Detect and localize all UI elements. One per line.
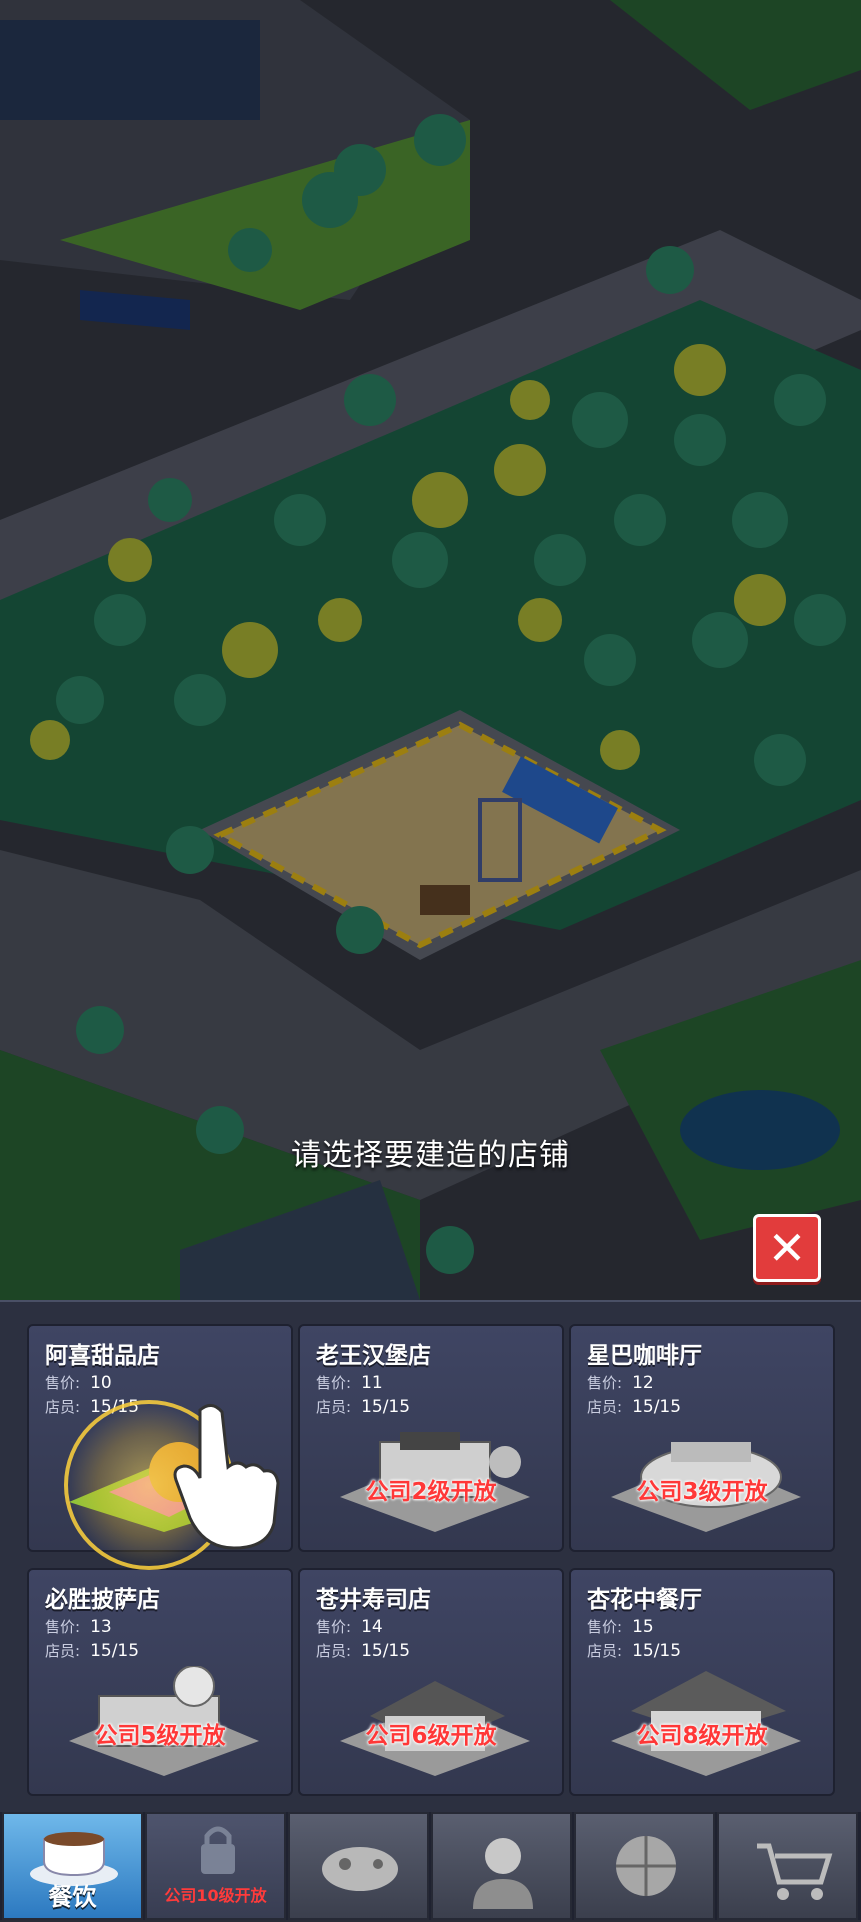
price-label: 售价: — [45, 1618, 81, 1636]
staff-value: 15/15 — [361, 1641, 411, 1661]
category-tab-bar: 餐饮 公司10级开放 — [0, 1812, 861, 1920]
price-label: 售价: — [587, 1618, 623, 1636]
tab-label: 公司10级开放 — [164, 1886, 267, 1905]
gamepad-icon — [322, 1847, 398, 1891]
tab-label: 餐饮 — [48, 1883, 97, 1911]
price-label: 售价: — [587, 1374, 623, 1392]
staff-label: 店员: — [316, 1398, 352, 1416]
shop-name: 老王汉堡店 — [316, 1343, 431, 1369]
shop-name: 阿喜甜品店 — [45, 1343, 160, 1369]
price-label: 售价: — [316, 1618, 352, 1636]
city-map[interactable]: 请选择要建造的店铺 ✕ — [0, 0, 861, 1300]
close-button[interactable]: ✕ — [753, 1214, 821, 1282]
basketball-icon — [616, 1836, 676, 1896]
shop-name: 必胜披萨店 — [45, 1587, 160, 1613]
build-prompt: 请选择要建造的店铺 — [291, 1138, 570, 1173]
tab-service[interactable] — [431, 1812, 572, 1920]
tab-locked-company-10[interactable]: 公司10级开放 — [145, 1812, 286, 1920]
city-map-art — [0, 0, 861, 1300]
price-value: 12 — [632, 1373, 654, 1393]
shop-name: 杏花中餐厅 — [587, 1587, 702, 1613]
price-value: 13 — [90, 1617, 112, 1637]
staff-value: 15/15 — [632, 1397, 682, 1417]
shopping-cart-icon — [757, 1843, 833, 1900]
price-value: 11 — [361, 1373, 383, 1393]
tab-shopping[interactable] — [717, 1812, 858, 1920]
lock-text: 公司5级开放 — [94, 1723, 226, 1749]
staff-label: 店员: — [45, 1398, 81, 1416]
customer-service-icon — [473, 1838, 533, 1909]
lock-text: 公司6级开放 — [365, 1723, 497, 1749]
price-label: 售价: — [45, 1374, 81, 1392]
tab-sports[interactable] — [574, 1812, 715, 1920]
tab-games[interactable] — [288, 1812, 429, 1920]
shop-card-pizza[interactable]: 必胜披萨店 售价: 13 店员: 15/15 公司5级开放 — [27, 1568, 293, 1796]
pointing-hand-icon — [173, 1404, 280, 1550]
staff-label: 店员: — [45, 1642, 81, 1660]
price-value: 10 — [90, 1373, 112, 1393]
shop-card-burger[interactable]: 老王汉堡店 售价: 11 店员: 15/15 公司2级开放 — [298, 1324, 564, 1552]
staff-value: 15/15 — [632, 1641, 682, 1661]
shop-name: 苍井寿司店 — [316, 1587, 431, 1613]
lock-text: 公司3级开放 — [636, 1479, 768, 1505]
shop-card-sushi[interactable]: 苍井寿司店 售价: 14 店员: 15/15 公司6级开放 — [298, 1568, 564, 1796]
shop-card-chinese[interactable]: 杏花中餐厅 售价: 15 店员: 15/15 公司8级开放 — [569, 1568, 835, 1796]
staff-label: 店员: — [587, 1398, 623, 1416]
price-value: 15 — [632, 1617, 654, 1637]
shop-card-coffee[interactable]: 星巴咖啡厅 售价: 12 店员: 15/15 公司3级开放 — [569, 1324, 835, 1552]
tab-dining[interactable]: 餐饮 — [2, 1812, 143, 1920]
staff-label: 店员: — [587, 1642, 623, 1660]
shop-name: 星巴咖啡厅 — [587, 1343, 702, 1369]
close-x-icon: ✕ — [767, 1221, 807, 1275]
staff-value: 15/15 — [90, 1641, 140, 1661]
price-label: 售价: — [316, 1374, 352, 1392]
staff-label: 店员: — [316, 1642, 352, 1660]
lock-text: 公司2级开放 — [365, 1479, 497, 1505]
staff-value: 15/15 — [361, 1397, 411, 1417]
lock-text: 公司8级开放 — [636, 1723, 768, 1749]
price-value: 14 — [361, 1617, 383, 1637]
